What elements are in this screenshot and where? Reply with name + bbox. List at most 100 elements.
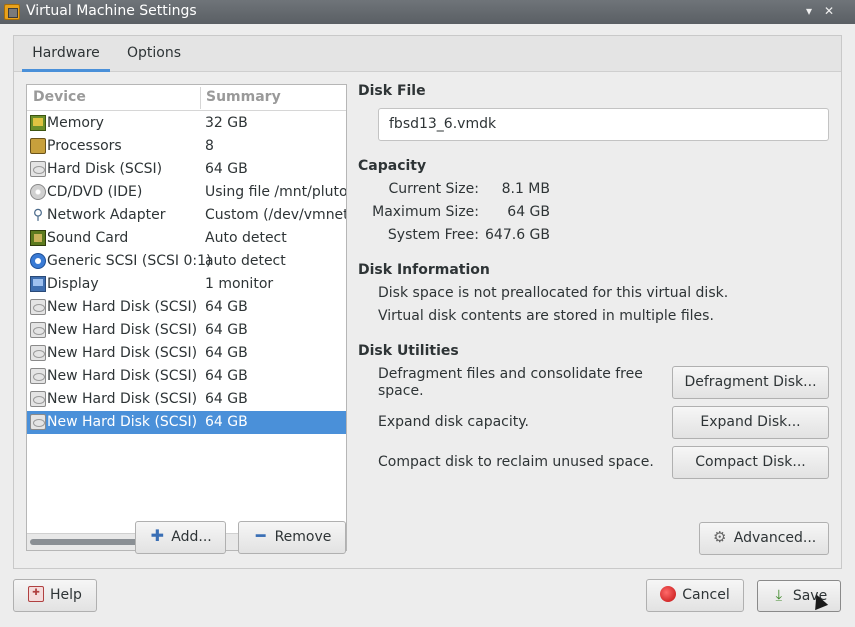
device-name: New Hard Disk (SCSI) bbox=[47, 368, 198, 384]
help-icon: ✚ bbox=[28, 586, 45, 602]
memory-icon bbox=[30, 115, 46, 131]
device-summary: 8 bbox=[205, 138, 214, 154]
device-row-new-hard-disk[interactable]: New Hard Disk (SCSI) 64 GB bbox=[27, 296, 346, 319]
device-name: New Hard Disk (SCSI) bbox=[47, 299, 198, 315]
sound-card-icon bbox=[30, 230, 46, 246]
device-name: New Hard Disk (SCSI) bbox=[47, 414, 198, 430]
device-summary: 64 GB bbox=[205, 368, 248, 384]
current-size-label: Current Size: bbox=[388, 181, 480, 197]
add-device-button[interactable]: ✚ Add... bbox=[135, 521, 226, 554]
device-rows: Memory 32 GB Processors 8 Hard Disk (SCS… bbox=[27, 112, 346, 434]
device-summary: 64 GB bbox=[205, 414, 248, 430]
device-row-hard-disk[interactable]: Hard Disk (SCSI) 64 GB bbox=[27, 158, 346, 181]
column-header-summary[interactable]: Summary bbox=[206, 89, 281, 105]
device-summary: 64 GB bbox=[205, 391, 248, 407]
stop-icon bbox=[660, 586, 677, 602]
device-name: Display bbox=[47, 276, 99, 292]
window-close-icon[interactable]: ✕ bbox=[821, 3, 837, 19]
hard-disk-icon bbox=[30, 368, 46, 384]
advanced-button[interactable]: ⚙ Advanced... bbox=[699, 522, 829, 555]
window-titlebar: Virtual Machine Settings ▾ ✕ bbox=[0, 0, 855, 24]
tab-hardware[interactable]: Hardware bbox=[22, 36, 110, 72]
device-row-new-hard-disk-selected[interactable]: New Hard Disk (SCSI) 64 GB bbox=[27, 411, 346, 434]
system-free-value: 647.6 GB bbox=[485, 227, 550, 243]
device-summary: Auto detect bbox=[205, 230, 287, 246]
capacity-heading: Capacity bbox=[358, 158, 427, 174]
device-row-new-hard-disk[interactable]: New Hard Disk (SCSI) 64 GB bbox=[27, 365, 346, 388]
device-row-new-hard-disk[interactable]: New Hard Disk (SCSI) 64 GB bbox=[27, 388, 346, 411]
tab-bar: Hardware Options bbox=[14, 36, 841, 72]
device-summary: Using file /mnt/pluto/s bbox=[205, 184, 346, 200]
disk-information-line-1: Disk space is not preallocated for this … bbox=[378, 285, 729, 301]
device-summary: auto detect bbox=[205, 253, 286, 269]
add-label: Add... bbox=[171, 529, 212, 545]
device-name: Network Adapter bbox=[47, 207, 166, 223]
expand-disk-button[interactable]: Expand Disk... bbox=[672, 406, 829, 439]
settings-notebook: Hardware Options Device Summary Memory 3… bbox=[13, 35, 842, 569]
tab-options[interactable]: Options bbox=[114, 36, 194, 72]
device-summary: 64 GB bbox=[205, 299, 248, 315]
device-summary: 1 monitor bbox=[205, 276, 274, 292]
display-icon bbox=[30, 276, 46, 292]
device-summary: 64 GB bbox=[205, 322, 248, 338]
window-menu-icon[interactable]: ▾ bbox=[801, 3, 817, 19]
device-row-processors[interactable]: Processors 8 bbox=[27, 135, 346, 158]
defragment-description-2: space. bbox=[378, 383, 424, 399]
network-adapter-icon: ⚲ bbox=[32, 207, 44, 223]
cd-dvd-icon bbox=[30, 184, 46, 200]
device-name: CD/DVD (IDE) bbox=[47, 184, 143, 200]
compact-disk-button[interactable]: Compact Disk... bbox=[672, 446, 829, 479]
device-row-new-hard-disk[interactable]: New Hard Disk (SCSI) 64 GB bbox=[27, 319, 346, 342]
device-row-memory[interactable]: Memory 32 GB bbox=[27, 112, 346, 135]
gear-icon: ⚙ bbox=[713, 528, 727, 546]
disk-file-heading: Disk File bbox=[358, 83, 426, 99]
device-row-cd-dvd[interactable]: CD/DVD (IDE) Using file /mnt/pluto/s bbox=[27, 181, 346, 204]
column-header-device[interactable]: Device bbox=[33, 89, 86, 105]
device-row-sound-card[interactable]: Sound Card Auto detect bbox=[27, 227, 346, 250]
generic-scsi-icon bbox=[30, 253, 46, 269]
device-summary: Custom (/dev/vmnet2 bbox=[205, 207, 346, 223]
device-name: New Hard Disk (SCSI) bbox=[47, 322, 198, 338]
window-title: Virtual Machine Settings bbox=[26, 3, 197, 19]
column-separator bbox=[200, 87, 201, 109]
hard-disk-icon bbox=[30, 391, 46, 407]
help-button[interactable]: ✚ Help bbox=[13, 579, 97, 612]
device-row-generic-scsi[interactable]: Generic SCSI (SCSI 0:1) auto detect bbox=[27, 250, 346, 273]
compact-description: Compact disk to reclaim unused space. bbox=[378, 454, 654, 470]
system-free-label: System Free: bbox=[387, 227, 479, 243]
vmware-app-icon bbox=[4, 4, 20, 20]
current-size-value: 8.1 MB bbox=[501, 181, 550, 197]
maximum-size-label: Maximum Size: bbox=[372, 204, 479, 220]
disk-file-field[interactable]: fbsd13_6.vmdk bbox=[378, 108, 829, 141]
save-button[interactable]: ⤓ Save bbox=[757, 580, 841, 612]
cancel-button[interactable]: Cancel bbox=[646, 579, 744, 612]
device-row-display[interactable]: Display 1 monitor bbox=[27, 273, 346, 296]
device-row-new-hard-disk[interactable]: New Hard Disk (SCSI) 64 GB bbox=[27, 342, 346, 365]
device-name: New Hard Disk (SCSI) bbox=[47, 391, 198, 407]
hard-disk-icon bbox=[30, 414, 46, 430]
processor-icon bbox=[30, 138, 46, 154]
device-summary: 32 GB bbox=[205, 115, 248, 131]
device-name: Sound Card bbox=[47, 230, 129, 246]
cancel-label: Cancel bbox=[682, 587, 730, 603]
maximum-size-value: 64 GB bbox=[507, 204, 550, 220]
device-summary: 64 GB bbox=[205, 345, 248, 361]
defragment-description-1: Defragment files and consolidate free bbox=[378, 366, 643, 382]
hard-disk-icon bbox=[30, 299, 46, 315]
device-list[interactable]: Device Summary Memory 32 GB Processors 8… bbox=[26, 84, 347, 551]
remove-device-button[interactable]: ━ Remove bbox=[238, 521, 346, 554]
hard-disk-icon bbox=[30, 345, 46, 361]
remove-label: Remove bbox=[274, 529, 332, 545]
device-name: Memory bbox=[47, 115, 104, 131]
disk-information-line-2: Virtual disk contents are stored in mult… bbox=[378, 308, 714, 324]
device-summary: 64 GB bbox=[205, 161, 248, 177]
device-name: Generic SCSI (SCSI 0:1) bbox=[47, 253, 212, 269]
advanced-label: Advanced... bbox=[733, 530, 817, 546]
device-list-header: Device Summary bbox=[27, 85, 346, 111]
device-row-network-adapter[interactable]: ⚲ Network Adapter Custom (/dev/vmnet2 bbox=[27, 204, 346, 227]
disk-information-heading: Disk Information bbox=[358, 262, 490, 278]
hard-disk-icon bbox=[30, 161, 46, 177]
device-name: Processors bbox=[47, 138, 122, 154]
expand-description: Expand disk capacity. bbox=[378, 414, 529, 430]
defragment-disk-button[interactable]: Defragment Disk... bbox=[672, 366, 829, 399]
